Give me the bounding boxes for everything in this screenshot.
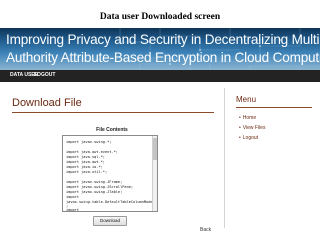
sidebar-item-view-files[interactable]: • View Files [239,125,265,131]
code-line: import javax.swing.JFrame; [66,180,123,184]
textarea-scrollbar[interactable] [152,136,157,211]
scrollbar-thumb[interactable] [153,138,157,160]
screen-caption: Data user Downloaded screen [99,12,221,22]
menu-underline [236,107,312,108]
sidebar-item-label: Home [242,115,257,121]
title-underline [12,112,214,113]
code-line: import [66,208,79,212]
code-line: import java.sql.*; [66,155,105,159]
file-contents-textarea[interactable]: import javax.swing.*; import java.awt.ev… [62,135,158,212]
top-nav-bar: DATA USER LOGOUT [0,70,320,82]
sidebar-item-label: Logout [242,135,259,141]
code-line: import javax.swing.*; [66,140,112,144]
download-button[interactable]: Download [93,216,127,226]
site-banner: Improving Privacy and Security in Decent… [0,28,320,70]
code-line: import javax.swing.JTable; [66,190,123,194]
banner-title-line-1: Improving Privacy and Security in Decent… [6,32,320,47]
bullet-icon: • [239,125,241,131]
code-line: javax.swing.table.DefaultTableColumnMode… [66,200,155,204]
sidebar-item-label: View Files [242,125,266,131]
back-link[interactable]: Back [200,227,211,233]
sidebar-item-home[interactable]: • Home [239,115,256,121]
bullet-icon: • [239,135,241,141]
page-title: Download File [12,97,82,109]
code-line: import java.awt.*; [66,160,105,164]
code-line: import java.awt.event.*; [66,150,118,154]
sidebar-item-logout[interactable]: • Logout [239,135,258,141]
menu-title: Menu [236,95,257,104]
file-contents-label: File Contents [96,127,128,133]
nav-item-logout[interactable]: LOGOUT [34,72,55,78]
banner-title-line-2: Authority Attribute-Based Encryption in … [6,50,320,65]
column-divider [224,88,225,228]
bullet-icon: • [239,115,241,121]
code-line: import java.util.*; [66,170,108,174]
code-line: import javax.swing.JScrollPane; [66,185,134,189]
code-line: import [66,195,79,199]
code-line: import java.io.*; [66,165,103,169]
